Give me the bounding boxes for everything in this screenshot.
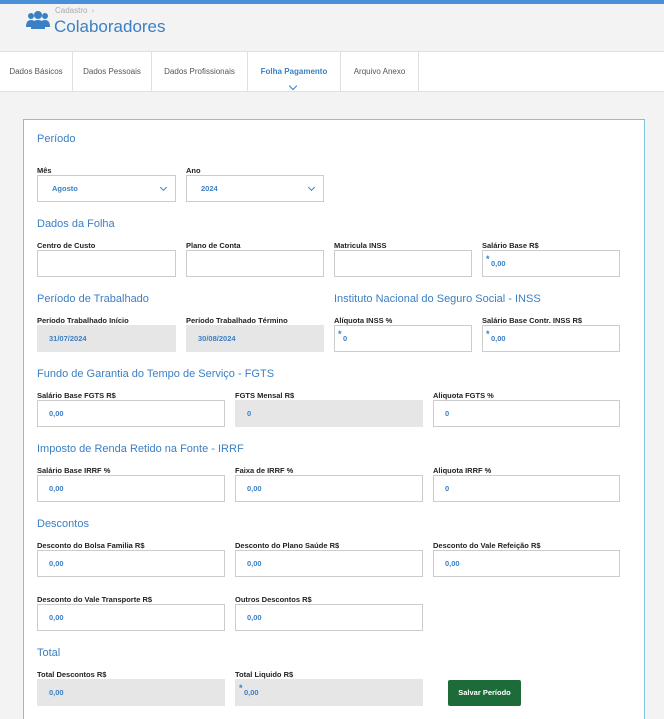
desc-saude-label: Desconto do Plano Saúde R$ xyxy=(235,541,340,550)
chevron-down-icon xyxy=(288,81,298,91)
salario-base-label: Salário Base R$ xyxy=(482,241,539,250)
periodo-inicio-field: 31/07/2024 xyxy=(37,325,176,352)
breadcrumb-separator-icon: › xyxy=(91,6,95,15)
desc-refeicao-label: Desconto do Vale Refeição R$ xyxy=(433,541,541,550)
aliquota-irrf-input[interactable]: 0 xyxy=(433,475,620,502)
section-title-periodo-trabalho: Período de Trabalhado xyxy=(37,293,149,305)
total-liquido-value: 0,00 xyxy=(244,688,259,697)
required-asterisk-icon: * xyxy=(239,683,243,693)
save-period-button[interactable]: Salvar Período xyxy=(448,680,521,706)
section-title-inss: Instituto Nacional do Seguro Social - IN… xyxy=(334,293,541,305)
salario-contr-inss-input[interactable]: * 0,00 xyxy=(482,325,620,352)
breadcrumb-item[interactable]: Cadastro xyxy=(55,6,87,15)
plano-conta-label: Plano de Conta xyxy=(186,241,241,250)
aliquota-inss-value: 0 xyxy=(343,334,348,343)
required-asterisk-icon: * xyxy=(486,254,490,264)
section-title-descontos: Descontos xyxy=(37,518,89,530)
salario-contr-inss-label: Salário Base Contr. INSS R$ xyxy=(482,316,583,325)
periodo-termino-field: 30/08/2024 xyxy=(186,325,324,352)
salario-base-input[interactable]: * 0,00 xyxy=(482,250,620,277)
plano-conta-input[interactable] xyxy=(186,250,324,277)
desc-saude-input[interactable]: 0,00 xyxy=(235,550,423,577)
required-asterisk-icon: * xyxy=(486,329,490,339)
aliquota-fgts-input[interactable]: 0 xyxy=(433,400,620,427)
aliquota-irrf-label: Aliquota IRRF % xyxy=(433,466,492,475)
salario-fgts-input[interactable]: 0,00 xyxy=(37,400,225,427)
page-header: Cadastro › Colaboradores xyxy=(0,4,664,51)
tab-folha-pagamento[interactable]: Folha Pagamento xyxy=(248,52,341,92)
faixa-irrf-input[interactable]: 0,00 xyxy=(235,475,423,502)
section-title-total: Total xyxy=(37,647,61,659)
tab-arquivo-anexo[interactable]: Arquivo Anexo xyxy=(341,52,419,92)
ano-label: Ano xyxy=(186,166,201,175)
aliquota-inss-input[interactable]: * 0 xyxy=(334,325,472,352)
section-title-fgts: Fundo de Garantia do Tempo de Serviço - … xyxy=(37,368,275,380)
salario-irrf-input[interactable]: 0,00 xyxy=(37,475,225,502)
users-icon xyxy=(26,11,50,29)
desc-transporte-label: Desconto do Vale Transporte R$ xyxy=(37,595,153,604)
breadcrumb: Cadastro › xyxy=(55,6,94,15)
salario-fgts-label: Salário Base FGTS R$ xyxy=(37,391,116,400)
centro-custo-input[interactable] xyxy=(37,250,176,277)
centro-custo-label: Centro de Custo xyxy=(37,241,96,250)
tab-dados-pessoais[interactable]: Dados Pessoais xyxy=(73,52,152,92)
salario-base-value: 0,00 xyxy=(491,259,506,268)
mes-select[interactable]: Agosto xyxy=(37,175,176,202)
fgts-mensal-field: 0 xyxy=(235,400,423,427)
periodo-inicio-label: Período Trabalhado Início xyxy=(37,316,129,325)
outros-desc-input[interactable]: 0,00 xyxy=(235,604,423,631)
page-title: Colaboradores xyxy=(54,17,166,36)
salario-irrf-label: Salário Base IRRF % xyxy=(37,466,111,475)
desc-bolsa-label: Desconto do Bolsa Familia R$ xyxy=(37,541,145,550)
chevron-down-icon xyxy=(307,183,316,192)
mes-value: Agosto xyxy=(52,184,78,193)
outros-desc-label: Outros Descontos R$ xyxy=(235,595,312,604)
total-liquido-field: * 0,00 xyxy=(235,679,423,706)
mes-label: Mês xyxy=(37,166,52,175)
total-desc-field: 0,00 xyxy=(37,679,225,706)
required-asterisk-icon: * xyxy=(338,329,342,339)
tab-dados-basicos[interactable]: Dados Básicos xyxy=(0,52,73,92)
faixa-irrf-label: Faixa de IRRF % xyxy=(235,466,294,475)
ano-value: 2024 xyxy=(201,184,218,193)
salario-contr-inss-value: 0,00 xyxy=(491,334,506,343)
total-liquido-label: Total Liquido R$ xyxy=(235,670,294,679)
aliquota-inss-label: Alíquota INSS % xyxy=(334,316,393,325)
tab-dados-profissionais[interactable]: Dados Profissionais xyxy=(152,52,248,92)
ano-select[interactable]: 2024 xyxy=(186,175,324,202)
section-title-dados-folha: Dados da Folha xyxy=(37,218,115,230)
section-title-periodo: Período xyxy=(37,133,76,145)
desc-refeicao-input[interactable]: 0,00 xyxy=(433,550,620,577)
tab-bar: Dados Básicos Dados Pessoais Dados Profi… xyxy=(0,51,664,92)
fgts-mensal-label: FGTS Mensal R$ xyxy=(235,391,295,400)
desc-bolsa-input[interactable]: 0,00 xyxy=(37,550,225,577)
desc-transporte-input[interactable]: 0,00 xyxy=(37,604,225,631)
matricula-inss-input[interactable] xyxy=(334,250,472,277)
aliquota-fgts-label: Aliquota FGTS % xyxy=(433,391,494,400)
total-desc-label: Total Descontos R$ xyxy=(37,670,107,679)
chevron-down-icon xyxy=(159,183,168,192)
periodo-termino-label: Período Trabalhado Término xyxy=(186,316,288,325)
tab-label: Folha Pagamento xyxy=(260,67,328,76)
matricula-inss-label: Matricula INSS xyxy=(334,241,387,250)
section-title-irrf: Imposto de Renda Retido na Fonte - IRRF xyxy=(37,443,244,455)
